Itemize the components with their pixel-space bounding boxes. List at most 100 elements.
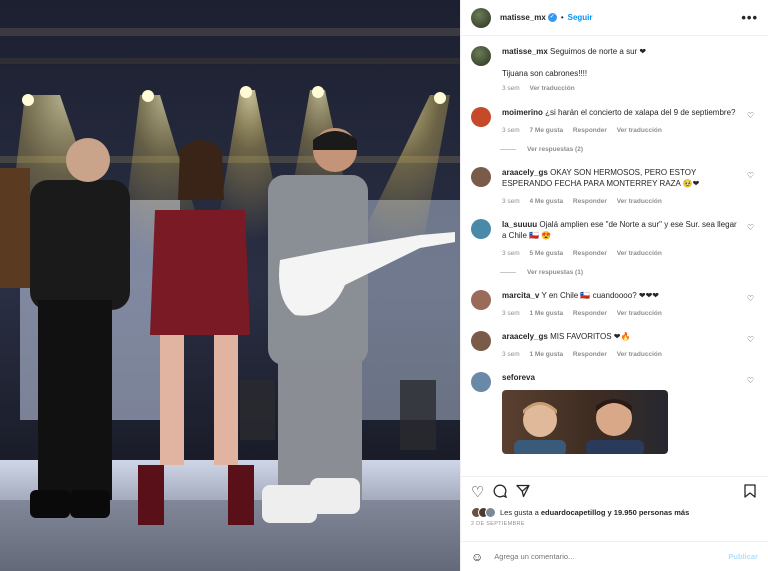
comment-likes[interactable]: 1 Me gusta bbox=[530, 310, 564, 317]
caption-line1: Seguimos de norte a sur ❤ bbox=[550, 47, 647, 56]
comment-username[interactable]: marcita_v bbox=[502, 291, 539, 300]
translate-link[interactable]: Ver traducción bbox=[617, 310, 662, 317]
post-date: 2 DE SEPTIEMBRE bbox=[471, 521, 525, 527]
comment-like-heart-icon[interactable]: ♡ bbox=[747, 335, 754, 344]
comment-text: la_suuuu Ojalá amplien ese "de Norte a s… bbox=[502, 219, 742, 241]
comment-item: marcita_v Y en Chile 🇨🇱 cuandoooo? ❤❤❤ 3… bbox=[471, 290, 758, 317]
comment-time[interactable]: 3 sem bbox=[502, 127, 520, 134]
translate-link[interactable]: Ver traducción bbox=[617, 127, 662, 134]
view-replies-button[interactable]: Ver respuestas (2) bbox=[500, 146, 758, 153]
comment-item: araacely_gs OKAY SON HERMOSOS, PERO ESTO… bbox=[471, 167, 758, 205]
comment-text: araacely_gs MIS FAVORITOS ❤🔥 bbox=[502, 331, 742, 342]
reply-button[interactable]: Responder bbox=[573, 351, 607, 358]
translate-link[interactable]: Ver traducción bbox=[617, 198, 662, 205]
reply-button[interactable]: Responder bbox=[573, 127, 607, 134]
comment-username[interactable]: moimerino bbox=[502, 108, 543, 117]
likes-summary: Les gusta a eduardocapetillog y 19.950 p… bbox=[471, 507, 758, 518]
comment-username[interactable]: seforeva bbox=[502, 373, 535, 382]
replies-divider bbox=[500, 149, 516, 150]
comment-like-heart-icon[interactable]: ♡ bbox=[747, 111, 754, 120]
comment-username[interactable]: araacely_gs bbox=[502, 332, 548, 341]
replies-divider bbox=[500, 272, 516, 273]
reply-button[interactable]: Responder bbox=[573, 198, 607, 205]
action-icons: ♡ bbox=[471, 477, 758, 507]
comments-list[interactable]: matisse_mx Seguimos de norte a sur ❤ Tij… bbox=[461, 37, 768, 475]
likes-user[interactable]: eduardocapetillog bbox=[541, 508, 606, 517]
comment-meta: 3 sem 7 Me gusta Responder Ver traducció… bbox=[502, 127, 742, 134]
emoji-icon[interactable]: ☺ bbox=[471, 550, 483, 564]
comment-time[interactable]: 3 sem bbox=[502, 310, 520, 317]
comment-text: seforeva bbox=[502, 372, 742, 383]
post-username[interactable]: matisse_mx bbox=[500, 13, 546, 22]
avatar[interactable] bbox=[471, 107, 491, 127]
comment-like-heart-icon[interactable]: ♡ bbox=[747, 223, 754, 232]
view-replies-button[interactable]: Ver respuestas (1) bbox=[500, 269, 758, 276]
avatar bbox=[485, 507, 496, 518]
instagram-post-modal: matisse_mx ✓ • Seguir ••• matisse_mx Seg… bbox=[0, 0, 768, 571]
translate-link[interactable]: Ver traducción bbox=[617, 351, 662, 358]
reply-button[interactable]: Responder bbox=[573, 250, 607, 257]
separator-dot: • bbox=[560, 13, 564, 22]
post-header: matisse_mx ✓ • Seguir ••• bbox=[461, 0, 768, 36]
post-details-panel: matisse_mx ✓ • Seguir ••• matisse_mx Seg… bbox=[460, 0, 768, 571]
caption: matisse_mx Seguimos de norte a sur ❤ Tij… bbox=[471, 46, 758, 92]
comment-likes[interactable]: 4 Me gusta bbox=[530, 198, 564, 205]
comment-time[interactable]: 3 sem bbox=[502, 351, 520, 358]
avatar[interactable] bbox=[471, 46, 491, 66]
comment-body: ¿si harán el concierto de xalapa del 9 d… bbox=[545, 108, 736, 117]
avatar[interactable] bbox=[471, 7, 491, 28]
comment-meta: 3 sem 1 Me gusta Responder Ver traducció… bbox=[502, 310, 742, 317]
comment-likes[interactable]: 5 Me gusta bbox=[530, 250, 564, 257]
caption-username[interactable]: matisse_mx bbox=[502, 47, 548, 56]
avatar[interactable] bbox=[471, 219, 491, 239]
comment-time[interactable]: 3 sem bbox=[502, 250, 520, 257]
comment-text: marcita_v Y en Chile 🇨🇱 cuandoooo? ❤❤❤ bbox=[502, 290, 742, 301]
avatar[interactable] bbox=[471, 331, 491, 351]
caption-line2: Tijuana son cabrones!!!! bbox=[502, 69, 588, 78]
caption-text: matisse_mx Seguimos de norte a sur ❤ bbox=[502, 46, 742, 57]
comment-time[interactable]: 3 sem bbox=[502, 198, 520, 205]
likes-text[interactable]: Les gusta a eduardocapetillog y 19.950 p… bbox=[500, 508, 689, 517]
reply-button[interactable]: Responder bbox=[573, 310, 607, 317]
publish-button[interactable]: Publicar bbox=[728, 552, 758, 561]
comment-meta: 3 sem 1 Me gusta Responder Ver traducció… bbox=[502, 351, 742, 358]
concert-photo-illustration bbox=[0, 0, 460, 571]
comment-icon[interactable] bbox=[493, 484, 508, 501]
comment-like-heart-icon[interactable]: ♡ bbox=[747, 376, 754, 385]
comment-item: araacely_gs MIS FAVORITOS ❤🔥 3 sem 1 Me … bbox=[471, 331, 758, 358]
comment-meta: 3 sem 5 Me gusta Responder Ver traducció… bbox=[502, 250, 742, 257]
comment-username[interactable]: la_suuuu bbox=[502, 220, 537, 229]
avatar[interactable] bbox=[471, 290, 491, 310]
comment-likes[interactable]: 1 Me gusta bbox=[530, 351, 564, 358]
caption-meta: 3 sem Ver traducción bbox=[502, 85, 742, 92]
caption-translate-link[interactable]: Ver traducción bbox=[530, 85, 575, 92]
likes-prefix: Les gusta a bbox=[500, 508, 541, 517]
comment-body: MIS FAVORITOS ❤🔥 bbox=[550, 332, 631, 341]
comment-likes[interactable]: 7 Me gusta bbox=[530, 127, 564, 134]
post-actions: ♡ Les gusta a eduardocapetillog y 19.950… bbox=[461, 476, 768, 540]
comment-username[interactable]: araacely_gs bbox=[502, 168, 548, 177]
comment-item: la_suuuu Ojalá amplien ese "de Norte a s… bbox=[471, 219, 758, 257]
share-icon[interactable] bbox=[516, 484, 531, 501]
comment-body: Y en Chile 🇨🇱 cuandoooo? ❤❤❤ bbox=[541, 291, 659, 300]
heart-icon[interactable]: ♡ bbox=[471, 485, 484, 500]
translate-link[interactable]: Ver traducción bbox=[617, 250, 662, 257]
avatar[interactable] bbox=[471, 372, 491, 392]
post-photo[interactable] bbox=[0, 0, 460, 571]
comment-meta: 3 sem 4 Me gusta Responder Ver traducció… bbox=[502, 198, 742, 205]
avatar[interactable] bbox=[471, 167, 491, 187]
comment-item: moimerino ¿si harán el concierto de xala… bbox=[471, 107, 758, 134]
comment-image[interactable] bbox=[502, 390, 668, 454]
comment-like-heart-icon[interactable]: ♡ bbox=[747, 171, 754, 180]
likes-count[interactable]: y 19.950 personas más bbox=[605, 508, 690, 517]
comment-body: Ojalá amplien ese "de Norte a sur" y ese… bbox=[502, 220, 737, 240]
verified-badge-icon: ✓ bbox=[547, 13, 557, 22]
add-comment-bar: ☺ Publicar bbox=[461, 541, 768, 571]
comment-like-heart-icon[interactable]: ♡ bbox=[747, 294, 754, 303]
bookmark-icon[interactable] bbox=[744, 483, 756, 501]
view-replies-label: Ver respuestas (1) bbox=[527, 269, 584, 276]
caption-time[interactable]: 3 sem bbox=[502, 85, 520, 92]
follow-button[interactable]: Seguir bbox=[568, 13, 593, 22]
comment-input[interactable] bbox=[494, 552, 729, 561]
more-options-icon[interactable]: ••• bbox=[741, 10, 758, 25]
